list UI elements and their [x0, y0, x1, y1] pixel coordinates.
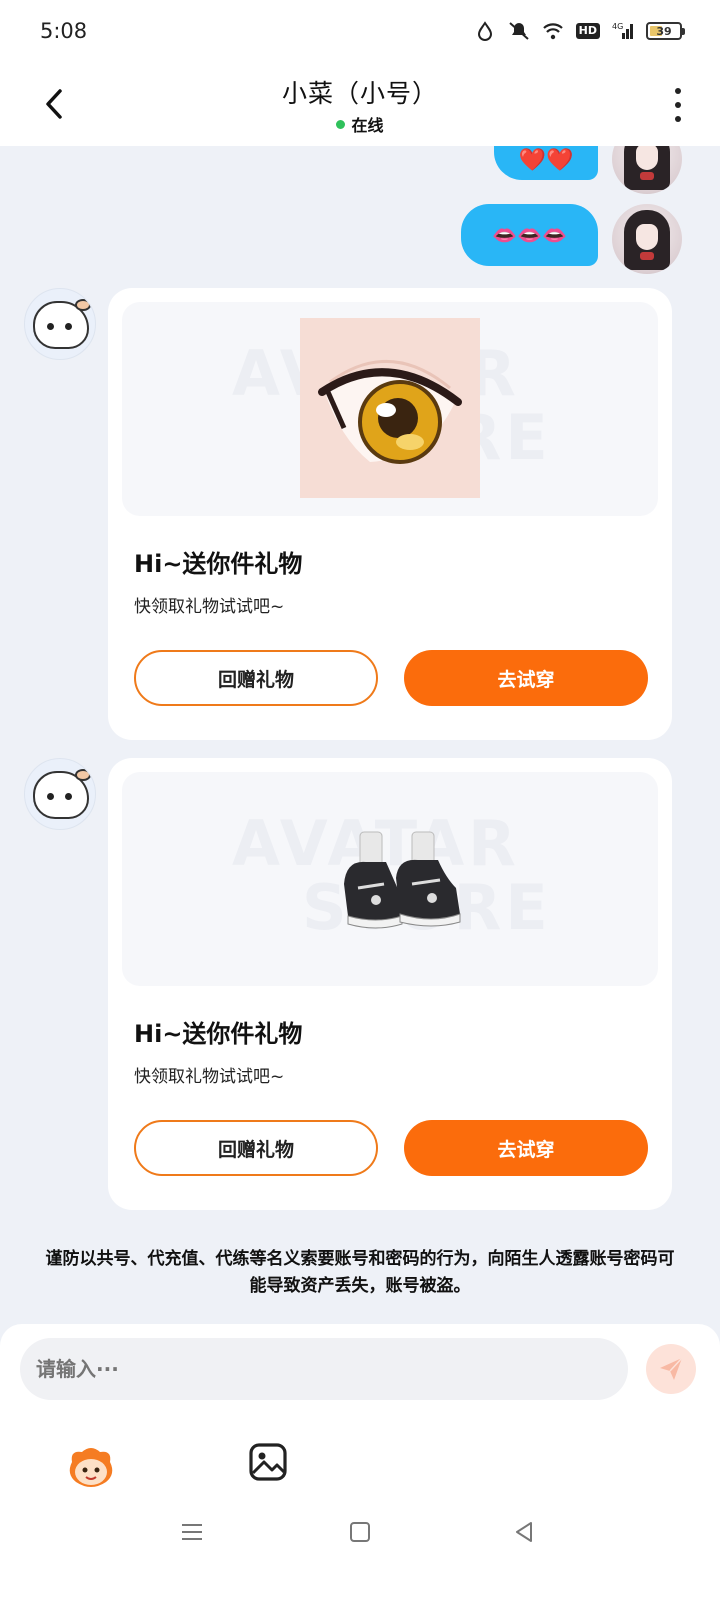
back-triangle-icon[interactable]	[514, 1520, 534, 1544]
return-gift-button[interactable]: 回赠礼物	[134, 1120, 378, 1176]
gift-eye-image	[300, 318, 480, 498]
try-on-button[interactable]: 去试穿	[404, 650, 648, 706]
avatar-ear	[75, 769, 91, 781]
gift-card-title: Hi~送你件礼物	[134, 550, 303, 578]
message-input[interactable]	[20, 1338, 628, 1400]
gift-card: AVATAR STORE Hi~送你件礼物 快领取礼物试试吧~ 回赠礼物 去试穿	[108, 758, 672, 1210]
eye-illustration	[300, 318, 480, 498]
avatar-eye	[47, 323, 54, 330]
mute-bell-icon	[508, 22, 529, 40]
sender-avatar[interactable]	[24, 288, 96, 360]
user-avatar[interactable]	[612, 146, 682, 194]
drop-icon	[477, 21, 492, 41]
status-bar: 5:08 HD 4G 39	[0, 0, 720, 62]
lips-emoji: 👄👄👄	[492, 223, 567, 247]
sender-avatar[interactable]	[24, 758, 96, 830]
gift-card-subtitle: 快领取礼物试试吧~	[134, 1067, 285, 1087]
avatar-face	[636, 224, 658, 250]
avatar-bow	[640, 172, 654, 180]
status-icons: HD 4G 39	[474, 21, 685, 41]
home-icon[interactable]	[350, 1522, 370, 1542]
hd-badge: HD	[575, 23, 600, 39]
outgoing-message[interactable]: 👄👄👄	[461, 204, 598, 266]
gift-card-title: Hi~送你件礼物	[134, 1020, 303, 1048]
gift-preview[interactable]: AVATAR STORE	[122, 302, 658, 516]
send-icon	[660, 1357, 683, 1380]
avatar-ear	[75, 299, 91, 311]
avatar-bow	[640, 252, 654, 260]
gift-card-subtitle: 快领取礼物试试吧~	[134, 597, 285, 617]
status-time: 5:08	[40, 19, 88, 43]
avatar-eye	[65, 793, 72, 800]
battery-icon: 39	[646, 22, 685, 40]
more-dot	[675, 88, 681, 94]
chat-list[interactable]: ❤️❤️ 👄👄👄 AVATAR STORE	[0, 146, 720, 1346]
emoji-sticker-icon[interactable]	[66, 1444, 116, 1492]
gift-card: AVATAR STORE Hi~送你件礼物 快领取礼物试试吧	[108, 288, 672, 740]
outgoing-message[interactable]: ❤️❤️	[494, 146, 598, 180]
battery-level: 39	[656, 24, 672, 38]
online-status: 在线	[0, 112, 720, 136]
safety-notice: 谨防以共号、代充值、代练等名义索要账号和密码的行为，向陌生人透露账号密码可能导致…	[45, 1249, 675, 1296]
try-on-button[interactable]: 去试穿	[404, 1120, 648, 1176]
avatar-eye	[47, 793, 54, 800]
image-icon[interactable]	[248, 1442, 288, 1482]
send-button[interactable]	[646, 1344, 696, 1394]
more-dot	[675, 116, 681, 122]
system-nav-bar	[0, 1500, 720, 1600]
chat-title: 小菜（小号）	[281, 79, 438, 108]
online-dot	[336, 119, 346, 129]
user-avatar[interactable]	[612, 204, 682, 274]
network-label: 4G	[612, 22, 623, 31]
hearts-emoji: ❤️❤️	[518, 147, 574, 173]
online-text: 在线	[351, 116, 384, 135]
more-dot	[675, 102, 681, 108]
avatar-face	[636, 146, 658, 170]
more-options-button[interactable]	[672, 88, 684, 122]
gift-sneakers-image	[344, 831, 461, 929]
signal-icon: 4G	[612, 22, 633, 39]
wifi-icon	[542, 23, 563, 40]
title-wrap: 小菜（小号） 在线	[0, 74, 720, 136]
avatar-eye	[65, 323, 72, 330]
gift-preview[interactable]: AVATAR STORE	[122, 772, 658, 986]
return-gift-button[interactable]: 回赠礼物	[134, 650, 378, 706]
menu-icon[interactable]	[180, 1522, 204, 1542]
chat-header: 小菜（小号） 在线	[0, 62, 720, 146]
